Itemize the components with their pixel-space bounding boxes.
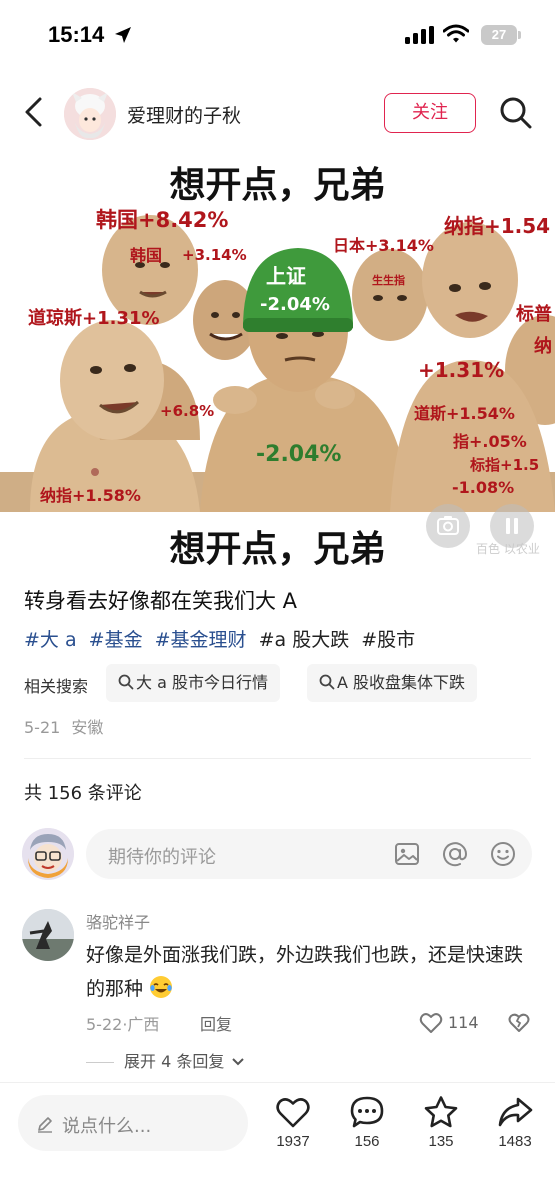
image-label: 生生指 <box>372 274 405 287</box>
image-caption-bottom: 想开点，兄弟 <box>169 529 386 570</box>
search-icon <box>118 674 134 690</box>
pencil-icon <box>38 1117 52 1133</box>
search-icon[interactable] <box>499 96 533 130</box>
comment-like-count: 114 <box>448 1013 479 1032</box>
share-arrow-icon <box>498 1097 533 1127</box>
image-label: 纳 <box>534 336 552 357</box>
cellular-signal-icon <box>405 26 434 44</box>
hashtag[interactable]: #股市 <box>361 629 415 651</box>
like-count: 1937 <box>276 1133 310 1150</box>
heart-icon <box>419 1013 443 1033</box>
share-count: 1483 <box>498 1133 532 1150</box>
commenter-name[interactable]: 骆驼祥子 <box>86 909 150 933</box>
image-label: +3.14% <box>182 246 247 264</box>
image-icon[interactable] <box>394 841 420 867</box>
related-search-chip[interactable]: A 股收盘集体下跌 <box>307 664 478 702</box>
image-label: -1.08% <box>452 478 515 497</box>
image-label: -2.04% <box>256 442 342 467</box>
location-arrow-icon <box>115 27 131 43</box>
image-label: +1.31% <box>418 358 505 382</box>
heart-icon <box>276 1098 310 1128</box>
hashtag[interactable]: #基金理财 <box>155 629 247 651</box>
comment-input[interactable]: 期待你的评论 <box>86 829 532 879</box>
post-date: 5-21 <box>24 718 61 737</box>
camera-icon <box>437 516 459 535</box>
comment-date: 5-22 <box>86 1015 123 1034</box>
expand-replies-button[interactable]: 展开 4 条回复 <box>86 1048 245 1072</box>
laugh-cry-emoji-icon <box>150 976 173 998</box>
say-something-placeholder: 说点什么... <box>62 1116 152 1137</box>
image-label: 道琼斯+1.31% <box>28 308 160 329</box>
related-search-text: 大 a 股市今日行情 <box>136 673 268 692</box>
broken-heart-icon[interactable] <box>507 1010 531 1034</box>
my-avatar <box>22 828 74 880</box>
image-label: 道斯+1.54% <box>414 404 515 423</box>
comment-location: 广西 <box>127 1015 160 1034</box>
hashtag-list: #大 a #基金 #基金理财 #a 股大跌 #股市 <box>24 625 421 652</box>
expand-replies-label: 展开 4 条回复 <box>124 1052 225 1071</box>
image-label: 日本+3.14% <box>333 236 434 255</box>
hashtag[interactable]: #大 a <box>24 629 77 651</box>
live-photo-camera-button[interactable] <box>426 504 470 548</box>
battery-icon: 27 <box>481 25 521 45</box>
status-bar: 15:14 27 <box>0 0 555 72</box>
comment-count: 共 156 条评论 <box>24 783 142 804</box>
image-label: 上证 <box>266 264 306 288</box>
search-icon <box>319 674 335 690</box>
image-label: +6.8% <box>160 402 215 420</box>
related-searches-label: 相关搜索 <box>24 677 89 696</box>
bottom-action-bar: 说点什么... 1937 156 135 1483 <box>0 1083 555 1200</box>
post-header: 爱理财的子秋 关注 <box>0 80 555 146</box>
reply-button[interactable]: 回复 <box>200 1011 232 1035</box>
divider <box>24 758 531 759</box>
back-arrow-icon[interactable] <box>20 96 48 128</box>
image-caption-top: 想开点，兄弟 <box>169 165 386 206</box>
image-label: -2.04% <box>260 294 330 315</box>
mention-icon[interactable] <box>442 841 468 867</box>
comment-text: 好像是外面涨我们跌，外边跌我们也跌，还是快速跌的那种 <box>86 938 536 1006</box>
comment-count-bottom: 156 <box>354 1133 380 1150</box>
comment-meta: 5-22·广西 <box>86 1015 160 1034</box>
image-watermark: 百色 以农业 <box>476 542 540 556</box>
expand-line <box>86 1062 114 1063</box>
image-label: 标普 <box>516 304 552 325</box>
image-label: 标指+1.5 <box>470 456 540 474</box>
star-icon <box>424 1096 458 1128</box>
follow-button[interactable]: 关注 <box>384 93 476 133</box>
comment-button[interactable]: 156 <box>337 1095 397 1163</box>
image-label: 韩国 <box>130 246 163 265</box>
author-avatar[interactable] <box>64 88 116 140</box>
comment-bubble-icon <box>350 1096 384 1128</box>
status-time: 15:14 <box>48 22 105 47</box>
post-meta: 5-21 安徽 <box>24 714 103 738</box>
related-search-chip[interactable]: 大 a 股市今日行情 <box>106 664 280 702</box>
share-button[interactable]: 1483 <box>485 1095 545 1163</box>
image-label: 指+.05% <box>453 432 527 451</box>
hashtag[interactable]: #a 股大跌 <box>259 629 350 651</box>
emoji-icon[interactable] <box>490 841 516 867</box>
say-something-input[interactable]: 说点什么... <box>18 1095 248 1151</box>
collect-count: 135 <box>428 1133 454 1150</box>
comment-input-placeholder: 期待你的评论 <box>108 847 216 868</box>
collect-button[interactable]: 135 <box>411 1095 471 1163</box>
image-label: 韩国+8.42% <box>96 208 229 232</box>
chevron-down-icon <box>232 1058 245 1066</box>
like-button[interactable]: 1937 <box>263 1095 323 1163</box>
commenter-avatar[interactable] <box>22 909 74 961</box>
wifi-icon <box>443 24 469 43</box>
author-name[interactable]: 爱理财的子秋 <box>127 101 241 128</box>
image-label: 纳指+1.54 <box>444 214 551 238</box>
hashtag[interactable]: #基金 <box>89 629 143 651</box>
post-title: 转身看去好像都在笑我们大 A <box>24 589 298 613</box>
related-search-text: A 股收盘集体下跌 <box>337 673 466 692</box>
post-image[interactable]: 想开点，兄弟 韩国+8.42% 韩国 +3.14% 纳指+1.54 日本+3.1… <box>0 152 555 570</box>
image-label: 纳指+1.58% <box>40 486 141 505</box>
post-location: 安徽 <box>71 718 104 737</box>
